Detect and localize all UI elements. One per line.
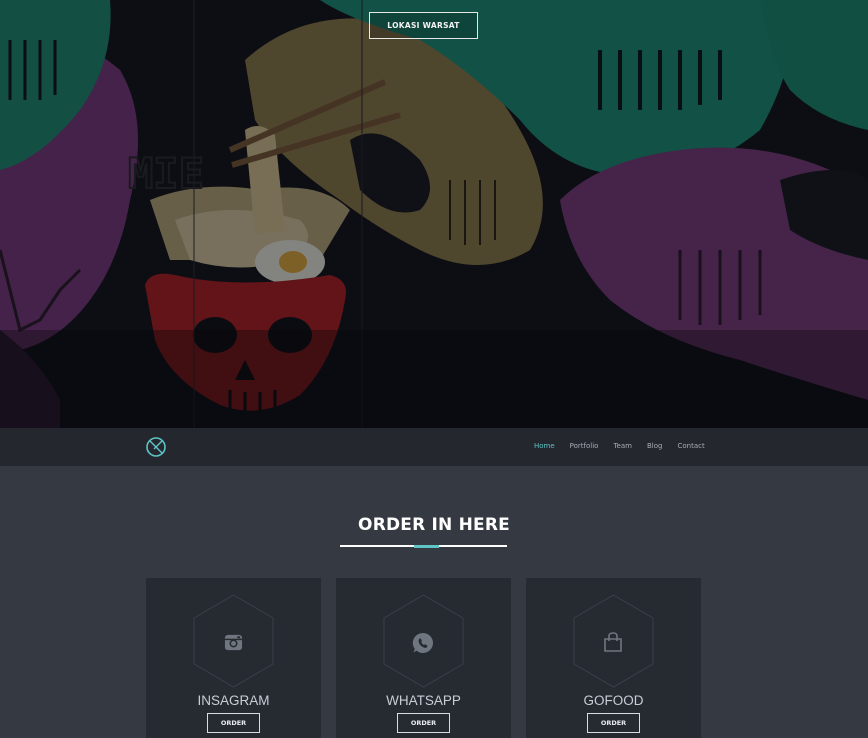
hero-illustration: MIE: [0, 0, 868, 428]
order-button[interactable]: ORDER: [587, 713, 640, 733]
nav-link-portfolio[interactable]: Portfolio: [570, 442, 599, 450]
shopping-bag-icon: [604, 632, 622, 652]
main-navbar: Home Portfolio Team Blog Contact: [0, 428, 868, 466]
nav-link-contact[interactable]: Contact: [677, 442, 704, 450]
card-label: GOFOOD: [583, 693, 644, 708]
order-card-gofood: GOFOOD ORDER: [526, 578, 701, 738]
compass-circle-icon[interactable]: [145, 436, 167, 458]
hero-art-text-mie: MIE: [128, 149, 204, 198]
nav-links: Home Portfolio Team Blog Contact: [534, 442, 720, 450]
order-cards: INSAGRAM ORDER WHATSAPP ORDER GOFOOD ORD…: [146, 578, 701, 738]
order-card-instagram: INSAGRAM ORDER: [146, 578, 321, 738]
section-title: ORDER IN HERE: [358, 515, 510, 535]
card-label: WHATSAPP: [386, 693, 461, 708]
order-section: ORDER IN HERE INSAGRAM ORDER WHATSAPP OR…: [0, 466, 868, 738]
instagram-icon: [224, 634, 243, 651]
lokasi-warsat-button[interactable]: LOKASI WARSAT: [369, 12, 478, 39]
nav-link-home[interactable]: Home: [534, 442, 555, 450]
title-underline-accent: [414, 545, 439, 548]
whatsapp-icon: [412, 632, 433, 653]
order-card-whatsapp: WHATSAPP ORDER: [336, 578, 511, 738]
order-button[interactable]: ORDER: [397, 713, 450, 733]
card-label: INSAGRAM: [197, 693, 270, 708]
nav-link-blog[interactable]: Blog: [647, 442, 662, 450]
hero-banner: MIE LOKASI WARSAT: [0, 0, 868, 428]
order-button[interactable]: ORDER: [207, 713, 260, 733]
nav-link-team[interactable]: Team: [613, 442, 632, 450]
